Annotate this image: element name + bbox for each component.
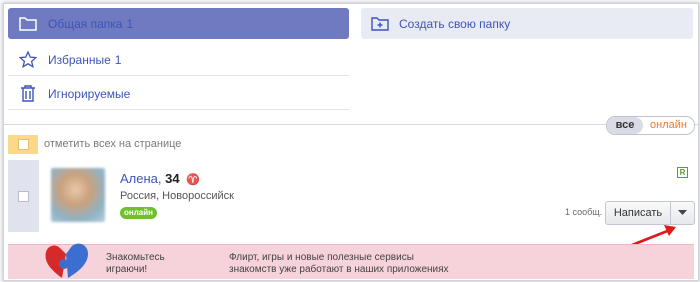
heart-puzzle-icon [42,240,102,280]
r-badge-icon: R [677,167,688,178]
folder-favorites-count: 1 [114,52,122,67]
banner-title-line1: Знакомьтесь [106,252,165,263]
message-count[interactable]: 1 сообщ. [565,207,602,217]
messages-panel: Общая папка 1 Избранные 1 Игнорируемые С… [3,3,699,281]
promo-banner[interactable]: Знакомьтесь играючи! Флирт, игры и новые… [8,243,694,279]
chevron-down-icon [678,210,687,215]
user-name-line: Алена, 34 ♈ [120,171,200,186]
aries-icon: ♈ [186,174,200,186]
filter-online-button[interactable]: онлайн [643,117,694,134]
folder-common-label: Общая папка [48,16,123,31]
banner-text-line2: знакомств уже работают в наших приложени… [229,264,449,275]
create-folder-button[interactable]: Создать свою папку [361,8,693,39]
banner-title: Знакомьтесь играючи! [106,252,165,276]
banner-title-line2: играючи! [106,264,148,275]
divider [4,124,698,125]
user-checkbox[interactable] [8,160,39,232]
avatar[interactable] [51,168,105,222]
user-location: Россия, Новороссийск [120,190,234,202]
star-icon [8,51,48,68]
user-name-link[interactable]: Алена, [120,171,162,186]
banner-text-line1: Флирт, игры и новые полезные сервисы [229,252,414,263]
user-age: 34 [165,171,180,186]
online-filter-toggle[interactable]: все онлайн [606,116,695,135]
folder-common[interactable]: Общая папка 1 [8,8,349,39]
folder-favorites-label: Избранные [48,52,111,67]
create-folder-label: Создать свою папку [399,16,511,31]
folder-favorites[interactable]: Избранные 1 [8,44,349,76]
list-item: Алена, 34 ♈ Россия, Новороссийск онлайн … [8,160,695,234]
banner-text: Флирт, игры и новые полезные сервисы зна… [229,252,449,276]
folder-common-count: 1 [126,16,134,31]
write-button[interactable]: Написать [606,202,671,224]
online-status-badge: онлайн [120,207,157,219]
write-button-group: Написать [605,201,695,225]
folder-plus-icon [361,16,399,31]
select-all-row[interactable]: отметить всех на странице [8,134,181,154]
folder-ignored-label: Игнорируемые [48,86,131,101]
folder-icon [8,16,48,31]
select-all-checkbox[interactable] [8,134,38,154]
select-all-label: отметить всех на странице [44,138,182,150]
trash-icon [8,85,48,102]
folder-ignored[interactable]: Игнорируемые [8,78,349,110]
write-dropdown-button[interactable] [671,202,694,224]
filter-all-button[interactable]: все [607,117,643,134]
